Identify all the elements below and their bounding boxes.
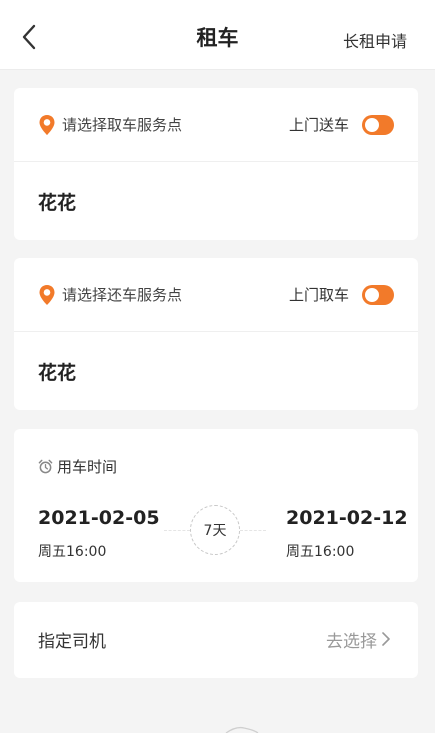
pickup-location-value[interactable]: 花花 [14, 162, 418, 240]
collection-toggle[interactable] [362, 284, 394, 305]
collection-toggle-label: 上门取车 [288, 286, 349, 304]
divider [240, 530, 266, 531]
return-location-value[interactable]: 花花 [14, 332, 418, 410]
pickup-point-row[interactable]: 请选择取车服务点 上门送车 [14, 88, 418, 162]
start-date: 2021-02-05 [38, 507, 160, 529]
long-term-rental-link[interactable]: 长租申请 [343, 28, 407, 52]
delivery-toggle[interactable] [362, 114, 394, 135]
top-bar: 租车 长租申请 [0, 0, 435, 70]
alarm-clock-icon [38, 459, 53, 474]
divider [164, 530, 190, 531]
designate-driver-row[interactable]: 指定司机 去选择 [14, 602, 418, 676]
driver-card: 指定司机 去选择 [14, 602, 418, 678]
end-time[interactable]: 2021-02-12 周五16:00 [286, 507, 408, 561]
rental-time-label: 用车时间 [57, 458, 118, 476]
bottom-decoration [225, 726, 259, 733]
end-date: 2021-02-12 [286, 507, 408, 529]
pickup-card: 请选择取车服务点 上门送车 花花 [14, 88, 418, 240]
start-time[interactable]: 2021-02-05 周五16:00 [38, 507, 160, 561]
rental-duration: 7天 [190, 505, 240, 555]
pickup-point-label: 请选择取车服务点 [62, 116, 183, 134]
delivery-toggle-label: 上门送车 [288, 116, 349, 134]
return-point-row[interactable]: 请选择还车服务点 上门取车 [14, 258, 418, 332]
chevron-right-icon [382, 632, 390, 646]
choose-driver-action[interactable]: 去选择 [326, 627, 392, 652]
choose-driver-text: 去选择 [326, 631, 377, 652]
end-weekday-time: 周五16:00 [286, 544, 355, 560]
designate-driver-label: 指定司机 [38, 631, 106, 652]
location-pin-icon [38, 114, 56, 136]
start-weekday-time: 周五16:00 [38, 544, 107, 560]
rental-time-card[interactable]: 用车时间 2021-02-05 周五16:00 7天 2021-02-12 周五… [14, 429, 418, 582]
rental-time-header: 用车时间 [14, 429, 418, 477]
return-point-label: 请选择还车服务点 [62, 286, 183, 304]
location-pin-icon [38, 284, 56, 306]
return-card: 请选择还车服务点 上门取车 花花 [14, 258, 418, 410]
